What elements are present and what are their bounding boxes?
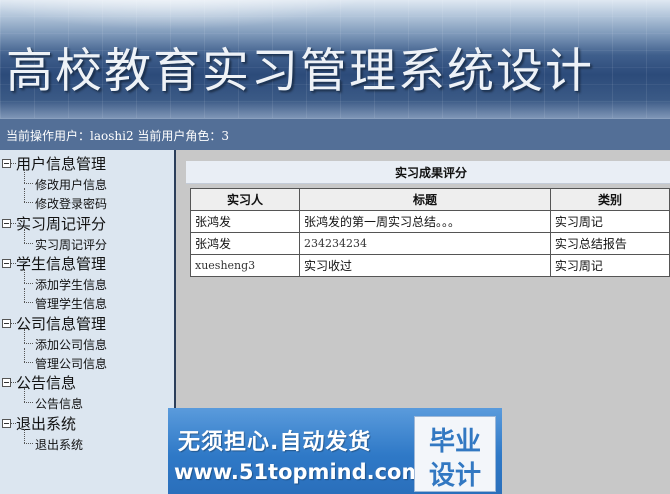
menu-item-announcements[interactable]: 公告信息 (24, 388, 174, 412)
tree-connector (24, 229, 25, 243)
ad-url: www.51topmind.com (174, 460, 424, 484)
column-header-category[interactable]: 类别 (549, 188, 670, 211)
ad-slogan: 无须担心.自动发货 (178, 430, 372, 455)
menu-group-label[interactable]: 用户信息管理 (16, 153, 106, 174)
cell-category: 实习周记 (549, 254, 670, 277)
tree-connector (24, 402, 33, 403)
tree-connector (24, 343, 33, 344)
menu-group-label[interactable]: 学生信息管理 (16, 253, 106, 274)
menu-item-label[interactable]: 修改登录密码 (35, 195, 107, 212)
user-status-bar: 当前操作用户：laoshi2 当前用户角色：3 (0, 118, 670, 150)
menu-group-label[interactable]: 公告信息 (16, 372, 76, 393)
menu-item-change-password[interactable]: 修改登录密码 (24, 188, 174, 212)
collapse-icon[interactable] (2, 419, 11, 428)
menu-item-add-company[interactable]: 添加公司信息 (24, 329, 174, 353)
table-row[interactable]: 张鸿发 张鸿发的第一周实习总结。。。 实习周记 (189, 210, 670, 233)
menu-group-label[interactable]: 实习周记评分 (16, 213, 106, 234)
cell-title[interactable]: 实习收过 (299, 254, 551, 277)
tree-connector (24, 169, 25, 183)
column-header-person[interactable]: 实习人 (189, 188, 301, 211)
tree-connector (24, 388, 25, 402)
banner-highlight (0, 0, 380, 30)
ad-logo: 毕业 设计 (414, 416, 496, 492)
menu-item-weekly-grading[interactable]: 实习周记评分 (24, 229, 174, 253)
tree-connector (24, 269, 25, 283)
menu-group-label[interactable]: 公司信息管理 (16, 313, 106, 334)
menu-group-weekly-grading[interactable]: 实习周记评分 (0, 212, 174, 234)
menu-item-label[interactable]: 添加公司信息 (35, 336, 107, 353)
table-row[interactable]: xuesheng3 实习收过 实习周记 (189, 254, 670, 277)
tree-connector (24, 243, 33, 244)
tree-connector (24, 283, 33, 284)
menu-item-label[interactable]: 实习周记评分 (35, 236, 107, 253)
table-header-row: 实习人 标题 类别 (189, 188, 670, 211)
tree-connector (24, 443, 33, 444)
menu-group-announcements[interactable]: 公告信息 (0, 371, 174, 393)
menu-group-label[interactable]: 退出系统 (16, 413, 76, 434)
cell-person: xuesheng3 (189, 254, 301, 277)
current-user-text: 当前操作用户：laoshi2 当前用户角色：3 (6, 129, 230, 143)
tree-connector (24, 302, 33, 303)
tree-connector (24, 362, 33, 363)
sidebar-tree-menu: 用户信息管理 修改用户信息 修改登录密码 实习周记评分 实习周记评分 学生信息管… (0, 150, 176, 494)
tree-connector (24, 329, 25, 343)
tree-connector (24, 288, 25, 302)
menu-group-user-info[interactable]: 用户信息管理 (0, 152, 174, 174)
tree-connector (24, 429, 25, 443)
panel-title-bar: 实习成果评分 (186, 161, 670, 184)
cell-title[interactable]: 张鸿发的第一周实习总结。。。 (299, 210, 551, 233)
menu-item-edit-user-info[interactable]: 修改用户信息 (24, 169, 174, 193)
table-row[interactable]: 张鸿发 234234234 实习总结报告 (189, 232, 670, 255)
collapse-icon[interactable] (2, 319, 11, 328)
results-table: 实习人 标题 类别 张鸿发 张鸿发的第一周实习总结。。。 实习周记 张鸿发 23… (189, 188, 670, 277)
tree-connector (24, 183, 33, 184)
ad-logo-text-top: 毕业 (428, 427, 481, 457)
menu-item-label[interactable]: 管理学生信息 (35, 295, 107, 312)
menu-item-label[interactable]: 修改用户信息 (35, 176, 107, 193)
menu-item-label[interactable]: 管理公司信息 (35, 355, 107, 372)
panel-title: 实习成果评分 (394, 166, 467, 180)
tree-connector (24, 188, 25, 202)
menu-item-label[interactable]: 公告信息 (35, 395, 83, 412)
tree-connector (24, 348, 25, 362)
menu-group-student-info[interactable]: 学生信息管理 (0, 252, 174, 274)
ad-logo-text-bottom: 设计 (428, 461, 481, 491)
collapse-icon[interactable] (2, 159, 11, 168)
collapse-icon[interactable] (2, 378, 11, 387)
tree-connector (24, 202, 33, 203)
menu-item-label[interactable]: 退出系统 (35, 436, 83, 453)
cell-title[interactable]: 234234234 (299, 232, 551, 255)
column-header-title[interactable]: 标题 (299, 188, 551, 211)
menu-group-logout[interactable]: 退出系统 (0, 412, 174, 434)
collapse-icon[interactable] (2, 219, 11, 228)
cell-person: 张鸿发 (189, 232, 301, 255)
menu-item-add-student[interactable]: 添加学生信息 (24, 269, 174, 293)
collapse-icon[interactable] (2, 259, 11, 268)
system-title: 高校教育实习管理系统设计 (6, 44, 594, 99)
menu-item-manage-students[interactable]: 管理学生信息 (24, 288, 174, 312)
menu-group-company-info[interactable]: 公司信息管理 (0, 312, 174, 334)
cell-category: 实习周记 (549, 210, 670, 233)
watermark-ad: 无须担心.自动发货 www.51topmind.com 毕业 设计 (168, 408, 502, 494)
menu-item-manage-companies[interactable]: 管理公司信息 (24, 348, 174, 372)
menu-item-label[interactable]: 添加学生信息 (35, 276, 107, 293)
cell-person: 张鸿发 (189, 210, 301, 233)
cell-category: 实习总结报告 (549, 232, 670, 255)
header-banner: 高校教育实习管理系统设计 (0, 0, 670, 118)
menu-item-logout[interactable]: 退出系统 (24, 429, 174, 453)
